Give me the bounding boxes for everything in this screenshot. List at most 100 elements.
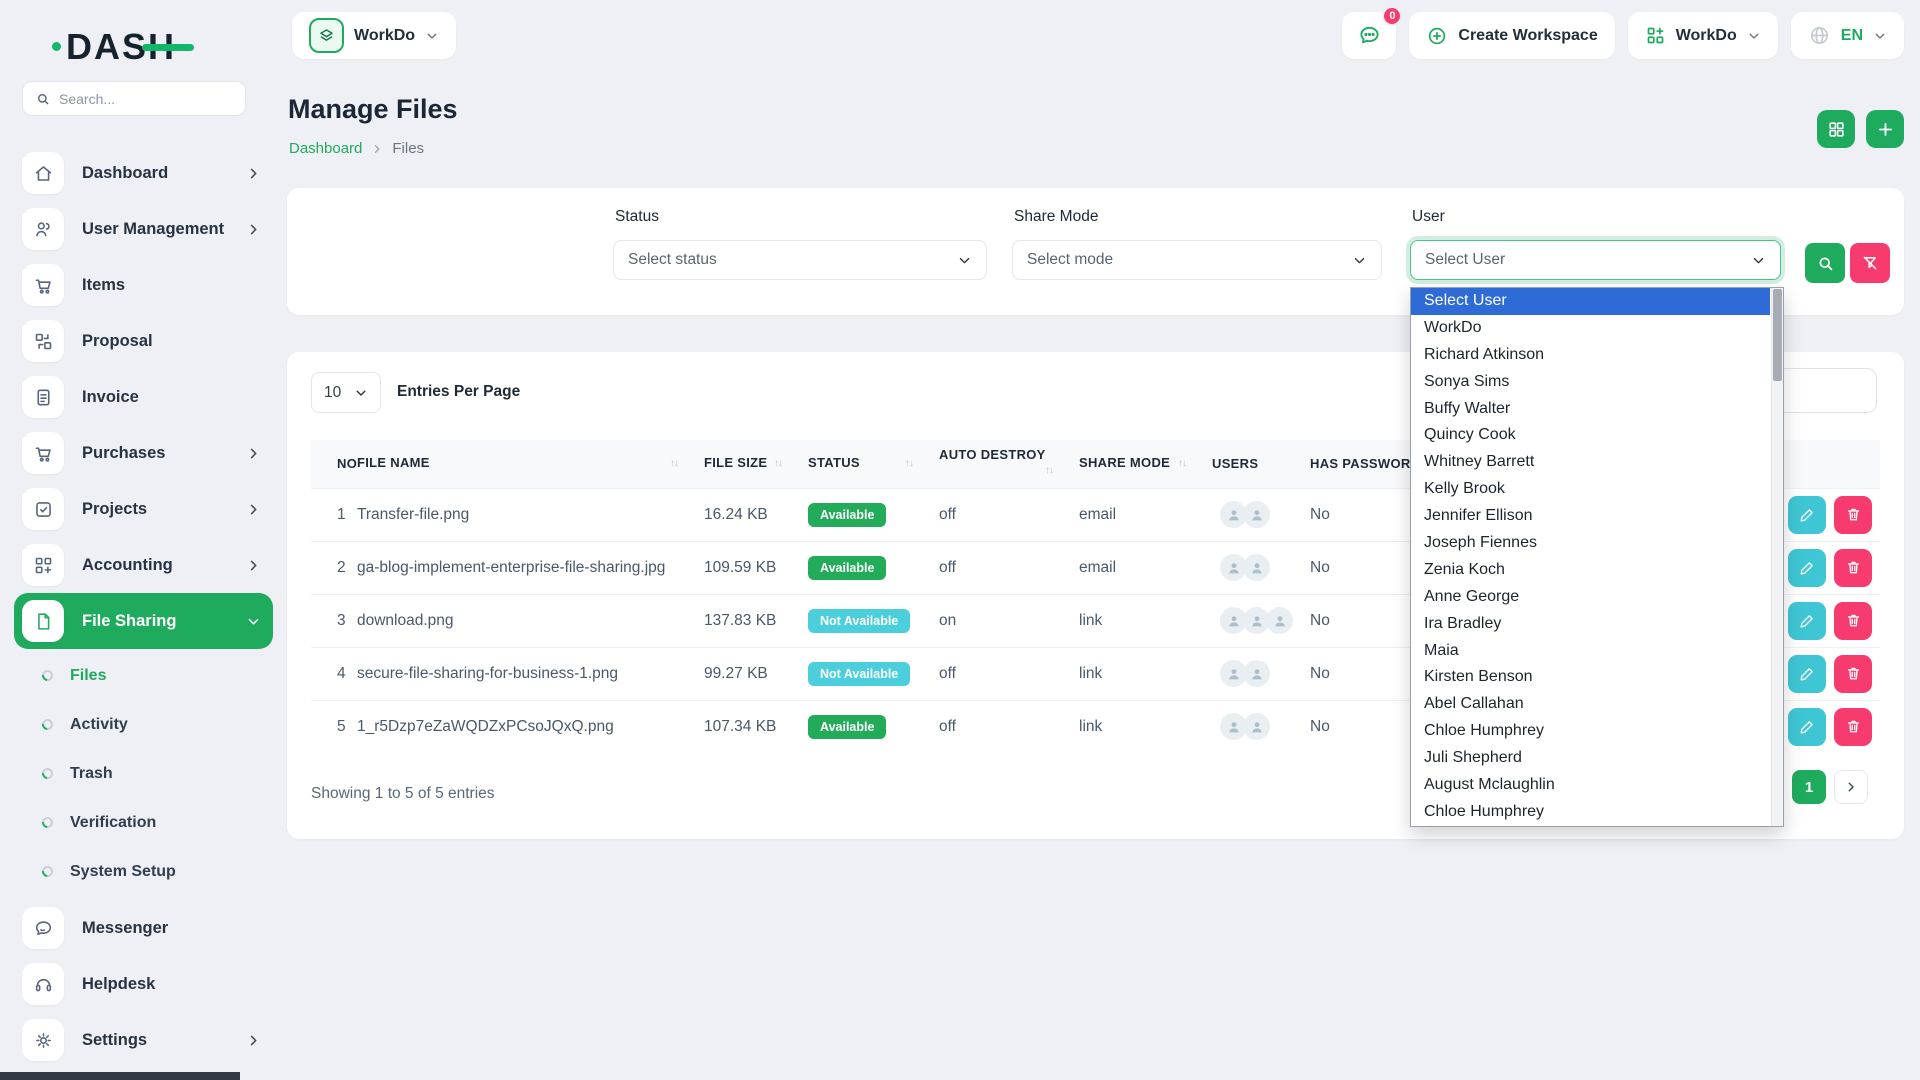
col-status[interactable]: STATUS↑↓ — [808, 440, 939, 488]
sidebar-item-items[interactable]: Items — [14, 257, 273, 313]
sidebar-item-invoice[interactable]: Invoice — [14, 369, 273, 425]
sidebar-item-messenger[interactable]: Messenger — [14, 900, 273, 956]
sidebar-item-purchases[interactable]: Purchases — [14, 425, 273, 481]
trash-icon — [1845, 612, 1862, 629]
delete-button[interactable] — [1834, 708, 1872, 746]
chevron-down-icon — [1873, 29, 1887, 43]
pencil-icon — [1799, 506, 1816, 523]
dropdown-option[interactable]: Kelly Brook — [1411, 476, 1770, 503]
dropdown-option[interactable]: Chloe Humphrey — [1411, 718, 1770, 745]
delete-button[interactable] — [1834, 602, 1872, 640]
delete-button[interactable] — [1834, 655, 1872, 693]
dropdown-option[interactable]: Kirsten Benson — [1411, 664, 1770, 691]
status-filter-select[interactable]: Select status — [613, 240, 987, 280]
chevron-down-icon — [425, 29, 439, 43]
grid-plus-icon — [33, 555, 54, 576]
pagination-next-button[interactable] — [1834, 770, 1868, 804]
grid-view-button[interactable] — [1817, 110, 1855, 148]
edit-button[interactable] — [1788, 708, 1826, 746]
sidebar-subitem-trash[interactable]: Trash — [14, 749, 273, 798]
dropdown-option[interactable]: WorkDo — [1411, 315, 1770, 342]
share-mode-filter-label: Share Mode — [1014, 208, 1098, 226]
dropdown-option[interactable]: Juli Shepherd — [1411, 745, 1770, 772]
dropdown-option[interactable]: Anne George — [1411, 584, 1770, 611]
edit-button[interactable] — [1788, 602, 1826, 640]
notification-badge: 0 — [1382, 6, 1402, 26]
scrollbar-thumb[interactable] — [1773, 289, 1782, 381]
col-no[interactable]: NO — [311, 440, 357, 488]
user-avatars — [1212, 660, 1310, 687]
sidebar-subitem-verification[interactable]: Verification — [14, 798, 273, 847]
dropdown-option[interactable]: Maia — [1411, 638, 1770, 665]
edit-button[interactable] — [1788, 496, 1826, 534]
user-filter-select[interactable]: Select User — [1410, 240, 1781, 280]
sidebar-item-accounting[interactable]: Accounting — [14, 537, 273, 593]
dropdown-option[interactable]: Richard Atkinson — [1411, 342, 1770, 369]
chevron-right-icon — [246, 1033, 261, 1048]
dropdown-option[interactable]: Abel Callahan — [1411, 691, 1770, 718]
sort-icon[interactable]: ↑↓ — [1178, 455, 1186, 473]
sidebar-item-file-sharing[interactable]: File Sharing — [14, 593, 273, 649]
col-auto-destroy[interactable]: AUTO DESTROY↑↓ — [939, 440, 1079, 488]
pagination-page-1[interactable]: 1 — [1792, 770, 1826, 804]
messages-button[interactable]: 0 — [1342, 12, 1396, 59]
sort-icon[interactable]: ↑↓ — [1045, 462, 1053, 480]
workspace-selector[interactable]: WorkDo — [292, 12, 456, 59]
col-share-mode[interactable]: SHARE MODE↑↓ — [1079, 440, 1212, 488]
delete-button[interactable] — [1834, 496, 1872, 534]
reset-filter-button[interactable] — [1850, 243, 1890, 283]
pencil-icon — [1799, 718, 1816, 735]
sidebar-subitem-files[interactable]: Files — [14, 651, 273, 700]
apply-filter-button[interactable] — [1805, 243, 1845, 283]
col-file-size[interactable]: FILE SIZE↑↓ — [704, 440, 808, 488]
delete-button[interactable] — [1834, 549, 1872, 587]
sidebar-subitem-activity[interactable]: Activity — [14, 700, 273, 749]
home-icon — [33, 163, 54, 184]
sidebar-subitem-system-setup[interactable]: System Setup — [14, 847, 273, 896]
dropdown-option[interactable]: Quincy Cook — [1411, 422, 1770, 449]
sidebar-item-projects[interactable]: Projects — [14, 481, 273, 537]
file-sharing-submenu: Files Activity Trash Verification System… — [14, 649, 273, 900]
edit-button[interactable] — [1788, 655, 1826, 693]
avatar — [1243, 501, 1270, 528]
dropdown-option[interactable]: Chloe Humphrey — [1411, 799, 1770, 826]
dropdown-scrollbar[interactable] — [1771, 288, 1783, 826]
workspace-menu-button[interactable]: WorkDo — [1628, 12, 1778, 59]
language-selector[interactable]: EN — [1791, 12, 1904, 59]
app-screen: DASH Dashboard User Management Items — [0, 0, 1920, 1080]
dropdown-option[interactable]: Whitney Barrett — [1411, 449, 1770, 476]
dropdown-option[interactable]: August Mclaughlin — [1411, 772, 1770, 799]
add-file-button[interactable] — [1866, 110, 1904, 148]
globe-icon — [1808, 24, 1831, 47]
share-mode-filter-select[interactable]: Select mode — [1012, 240, 1382, 280]
dropdown-option[interactable]: Zenia Koch — [1411, 557, 1770, 584]
sidebar-item-proposal[interactable]: Proposal — [14, 313, 273, 369]
dropdown-option[interactable]: Joseph Fiennes — [1411, 530, 1770, 557]
entries-per-page-select[interactable]: 10 — [311, 372, 381, 413]
dropdown-option[interactable]: Buffy Walter — [1411, 396, 1770, 423]
users-icon — [33, 219, 54, 240]
dropdown-option[interactable]: Sonya Sims — [1411, 369, 1770, 396]
trash-icon — [1845, 718, 1862, 735]
breadcrumb-dashboard-link[interactable]: Dashboard — [289, 140, 362, 157]
dropdown-option[interactable]: Jennifer Ellison — [1411, 503, 1770, 530]
sidebar-item-user-management[interactable]: User Management — [14, 201, 273, 257]
chevron-right-icon — [246, 222, 261, 237]
edit-button[interactable] — [1788, 549, 1826, 587]
sidebar-search[interactable] — [22, 81, 246, 116]
dropdown-option[interactable]: Ira Bradley — [1411, 611, 1770, 638]
sort-icon[interactable]: ↑↓ — [670, 455, 678, 473]
create-workspace-button[interactable]: Create Workspace — [1409, 12, 1614, 59]
col-file-name[interactable]: FILE NAME↑↓ — [357, 440, 704, 488]
sidebar-item-helpdesk[interactable]: Helpdesk — [14, 956, 273, 1012]
col-users: USERS — [1212, 440, 1310, 488]
sidebar-search-input[interactable] — [59, 91, 233, 107]
sidebar-item-dashboard[interactable]: Dashboard — [14, 145, 273, 201]
sort-icon[interactable]: ↑↓ — [905, 455, 913, 473]
sidebar-item-settings[interactable]: Settings — [14, 1012, 273, 1068]
sort-icon[interactable]: ↑↓ — [774, 455, 782, 473]
cart-icon — [33, 443, 54, 464]
chevron-right-icon — [246, 502, 261, 517]
chevron-right-icon — [246, 558, 261, 573]
dropdown-option[interactable]: Select User — [1411, 288, 1770, 315]
